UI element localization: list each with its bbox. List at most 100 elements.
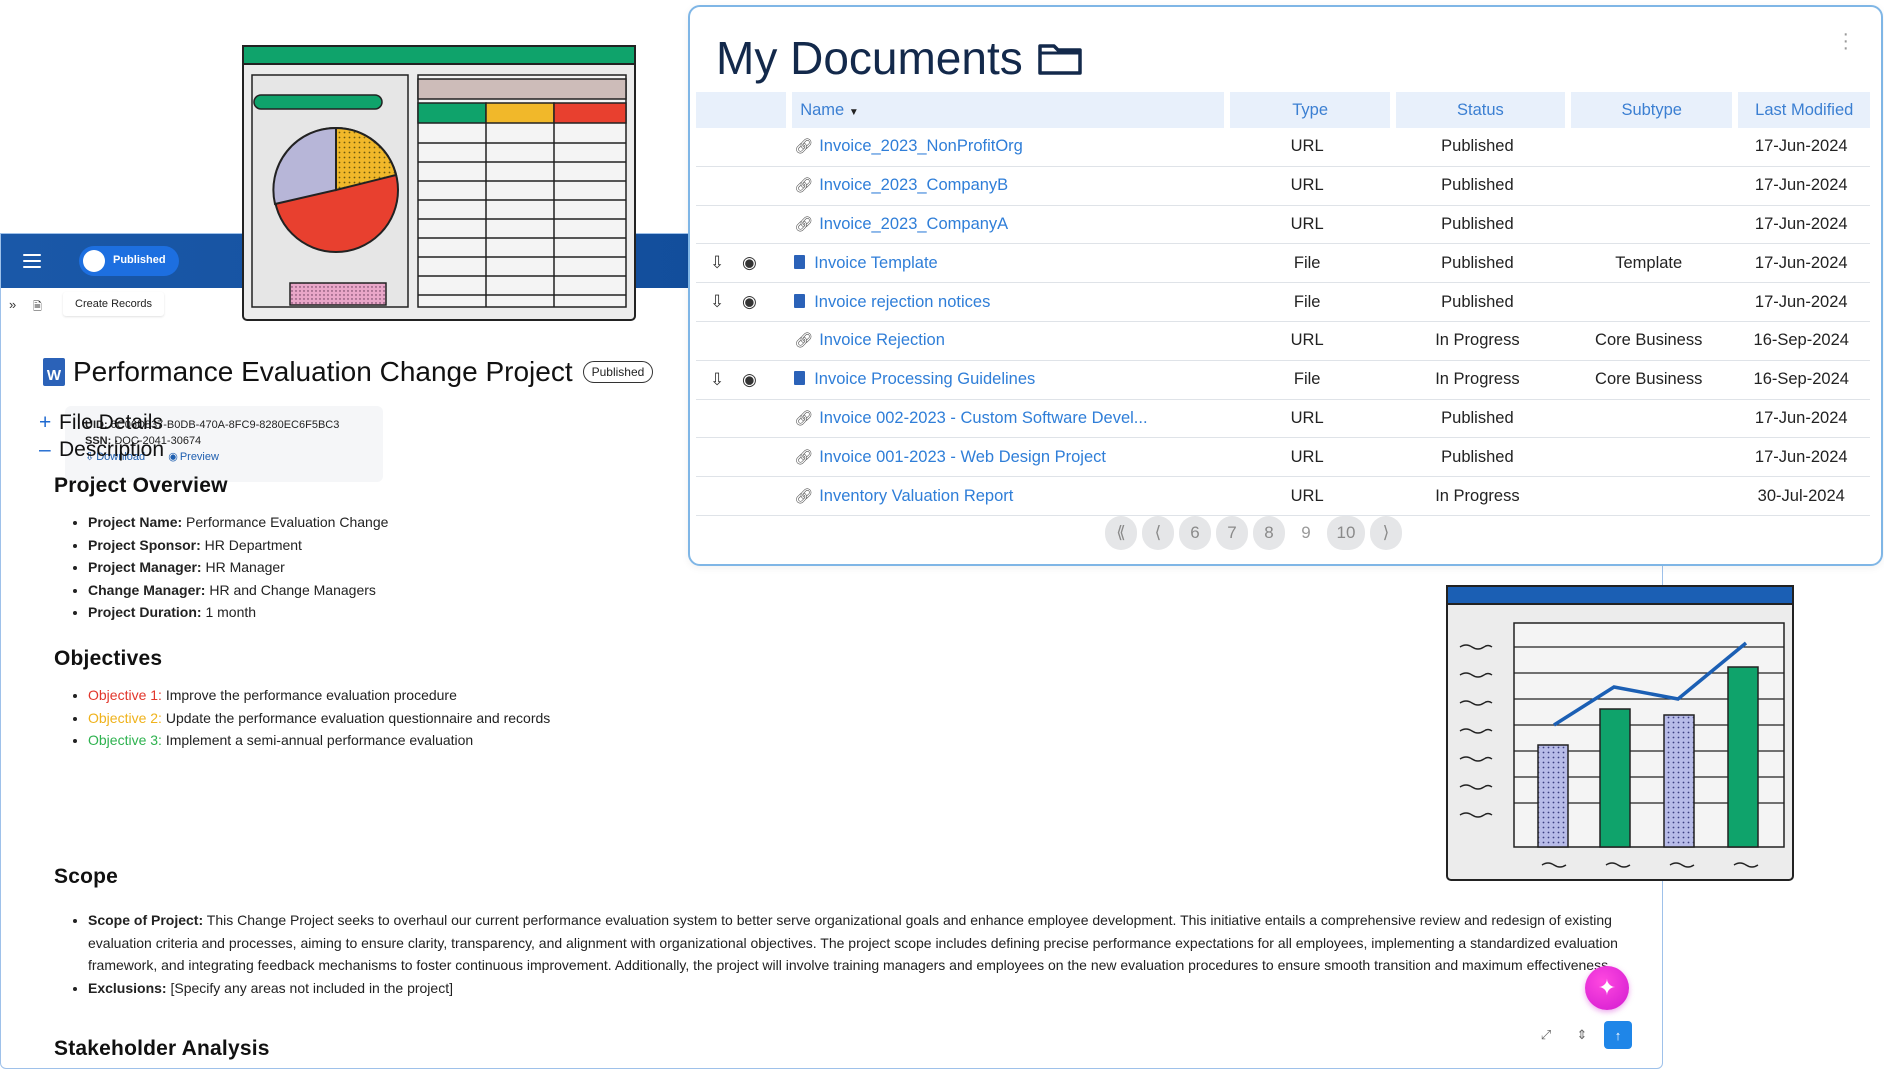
list-item: Exclusions: [Specify any areas not inclu… (88, 977, 1628, 1000)
row-actions: ⇩ ◉ (696, 361, 787, 400)
first-page-button[interactable]: ⟪ (1105, 516, 1137, 550)
sort-desc-icon: ▼ (848, 106, 859, 118)
row-actions (696, 400, 787, 439)
minus-icon: – (39, 438, 51, 461)
table-row[interactable]: 🔗︎ Invoice_2023_NonProfitOrg URL Published 1… (696, 128, 1870, 167)
list-item: Project Duration: 1 month (88, 601, 388, 624)
link-icon: 🔗︎ (794, 177, 814, 195)
document-name-cell[interactable]: 🔗︎ Invoice 001-2023 - Web Design Project (786, 438, 1225, 478)
status-toggle[interactable]: Published (79, 246, 179, 276)
row-actions: ⇩ ◉ (696, 244, 787, 284)
expand-icon[interactable]: ⤢ (1532, 1021, 1560, 1049)
page-button[interactable]: 10 (1327, 516, 1365, 550)
document-name-link[interactable]: Invoice 002-2023 - Custom Software Devel… (819, 409, 1147, 427)
document-name-link[interactable]: Invoice Template (814, 254, 938, 272)
subtype-cell (1564, 128, 1733, 167)
document-name-cell[interactable]: Invoice Template (786, 244, 1225, 284)
documents-table: Name ▼ Type Status Subtype Last Modified… (696, 92, 1870, 516)
eye-icon[interactable]: ◉ (742, 370, 764, 390)
status-cell: Published (1389, 128, 1565, 167)
page-button[interactable]: 8 (1253, 516, 1285, 550)
hamburger-icon[interactable] (23, 254, 41, 268)
list-item: Change Manager: HR and Change Managers (88, 579, 388, 602)
document-name-cell[interactable]: 🔗︎ Invoice 002-2023 - Custom Software Dev… (786, 400, 1225, 439)
link-icon: 🔗︎ (794, 215, 814, 233)
more-options-icon[interactable]: · · · (1842, 24, 1849, 58)
page-title: Performance Evaluation Change Project (73, 356, 573, 387)
column-last-modified[interactable]: Last Modified (1732, 92, 1870, 128)
column-type[interactable]: Type (1224, 92, 1390, 128)
create-records-button[interactable]: Create Records (63, 292, 165, 316)
table-row[interactable]: ⇩ ◉ Invoice Processing Guidelines File In Pr… (696, 361, 1870, 400)
download-icon[interactable]: ⇩ (710, 292, 732, 312)
page-button[interactable]: 7 (1216, 516, 1248, 550)
prev-page-button[interactable]: ⟨ (1142, 516, 1174, 550)
next-page-button[interactable]: ⟩ (1370, 516, 1402, 550)
toggle-knob (83, 250, 105, 272)
last-modified-cell: 17-Jun-2024 (1732, 128, 1870, 167)
column-name[interactable]: Name ▼ (786, 92, 1225, 128)
link-icon: 🔗︎ (794, 409, 814, 427)
document-name-cell[interactable]: Invoice Processing Guidelines (786, 361, 1225, 400)
row-actions (696, 128, 787, 167)
double-chevron-icon[interactable]: » (9, 297, 16, 312)
status-cell: Published (1389, 283, 1565, 322)
document-name-link[interactable]: Invoice_2023_NonProfitOrg (819, 137, 1023, 155)
status-cell: Published (1389, 400, 1565, 439)
document-name-link[interactable]: Invoice rejection notices (814, 293, 990, 311)
scroll-top-button[interactable]: ↑ (1604, 1021, 1632, 1049)
description-toggle[interactable]: – Description (39, 438, 164, 462)
type-cell: URL (1224, 322, 1390, 361)
status-badge: Published (582, 361, 654, 383)
page-button[interactable]: 6 (1179, 516, 1211, 550)
sparkle-icon[interactable]: ✦ (1585, 966, 1629, 1010)
table-row[interactable]: ⇩ ◉ Invoice Template File Published Template 1… (696, 244, 1870, 284)
document-name-cell[interactable]: 🔗︎ Invoice_2023_NonProfitOrg (786, 128, 1225, 167)
document-name-cell[interactable]: Invoice rejection notices (786, 283, 1225, 322)
last-modified-cell: 17-Jun-2024 (1732, 206, 1870, 245)
table-row[interactable]: 🔗︎ Inventory Valuation Report URL In Progre… (696, 477, 1870, 516)
column-subtype[interactable]: Subtype (1564, 92, 1733, 128)
eye-icon[interactable]: ◉ (742, 253, 764, 273)
subtype-cell (1564, 167, 1733, 206)
subtype-cell: Template (1564, 244, 1733, 284)
download-icon[interactable]: ⇩ (710, 253, 732, 273)
document-name-cell[interactable]: 🔗︎ Invoice_2023_CompanyA (786, 206, 1225, 245)
table-row[interactable]: 🔗︎ Invoice 002-2023 - Custom Software Dev… (696, 400, 1870, 439)
document-name-link[interactable]: Invoice Processing Guidelines (814, 370, 1035, 388)
table-row[interactable]: 🔗︎ Invoice_2023_CompanyA URL Published 17-Ju… (696, 206, 1870, 245)
project-overview-heading: Project Overview (54, 474, 228, 497)
document-name-cell[interactable]: 🔗︎ Invoice Rejection (786, 322, 1225, 361)
collapse-icon[interactable]: ⇕ (1568, 1021, 1596, 1049)
last-modified-cell: 30-Jul-2024 (1732, 477, 1870, 516)
link-icon: 🔗︎ (794, 487, 814, 505)
document-name-link[interactable]: Invoice_2023_CompanyB (819, 176, 1008, 194)
table-row[interactable]: 🔗︎ Invoice 001-2023 - Web Design Project U… (696, 438, 1870, 478)
document-name-cell[interactable]: 🔗︎ Invoice_2023_CompanyB (786, 167, 1225, 206)
file-details-toggle[interactable]: + File Details (39, 411, 163, 435)
type-cell: URL (1224, 477, 1390, 516)
column-actions (696, 92, 787, 128)
document-name-link[interactable]: Inventory Valuation Report (819, 487, 1013, 505)
type-cell: File (1224, 244, 1390, 284)
table-row[interactable]: ⇩ ◉ Invoice rejection notices File Published… (696, 283, 1870, 322)
document-name-cell[interactable]: 🔗︎ Inventory Valuation Report (786, 477, 1225, 516)
word-file-icon (794, 371, 806, 386)
last-modified-cell: 17-Jun-2024 (1732, 438, 1870, 478)
preview-link[interactable]: ◉ Preview (168, 451, 229, 463)
table-row[interactable]: 🔗︎ Invoice_2023_CompanyB URL Published 17-Ju… (696, 167, 1870, 206)
link-icon: 🔗︎ (794, 448, 814, 466)
document-name-link[interactable]: Invoice_2023_CompanyA (819, 215, 1008, 233)
document-name-link[interactable]: Invoice 001-2023 - Web Design Project (819, 448, 1106, 466)
type-cell: URL (1224, 438, 1390, 478)
table-row[interactable]: 🔗︎ Invoice Rejection URL In Progress Core Bu… (696, 322, 1870, 361)
current-page-button[interactable]: 9 (1290, 516, 1322, 550)
document-icon[interactable]: 🗎 (33, 298, 42, 317)
document-name-link[interactable]: Invoice Rejection (819, 331, 945, 349)
eye-icon[interactable]: ◉ (742, 292, 764, 312)
download-icon[interactable]: ⇩ (710, 370, 732, 390)
column-status[interactable]: Status (1389, 92, 1565, 128)
status-cell: Published (1389, 244, 1565, 284)
subtype-cell (1564, 206, 1733, 245)
last-modified-cell: 17-Jun-2024 (1732, 283, 1870, 322)
